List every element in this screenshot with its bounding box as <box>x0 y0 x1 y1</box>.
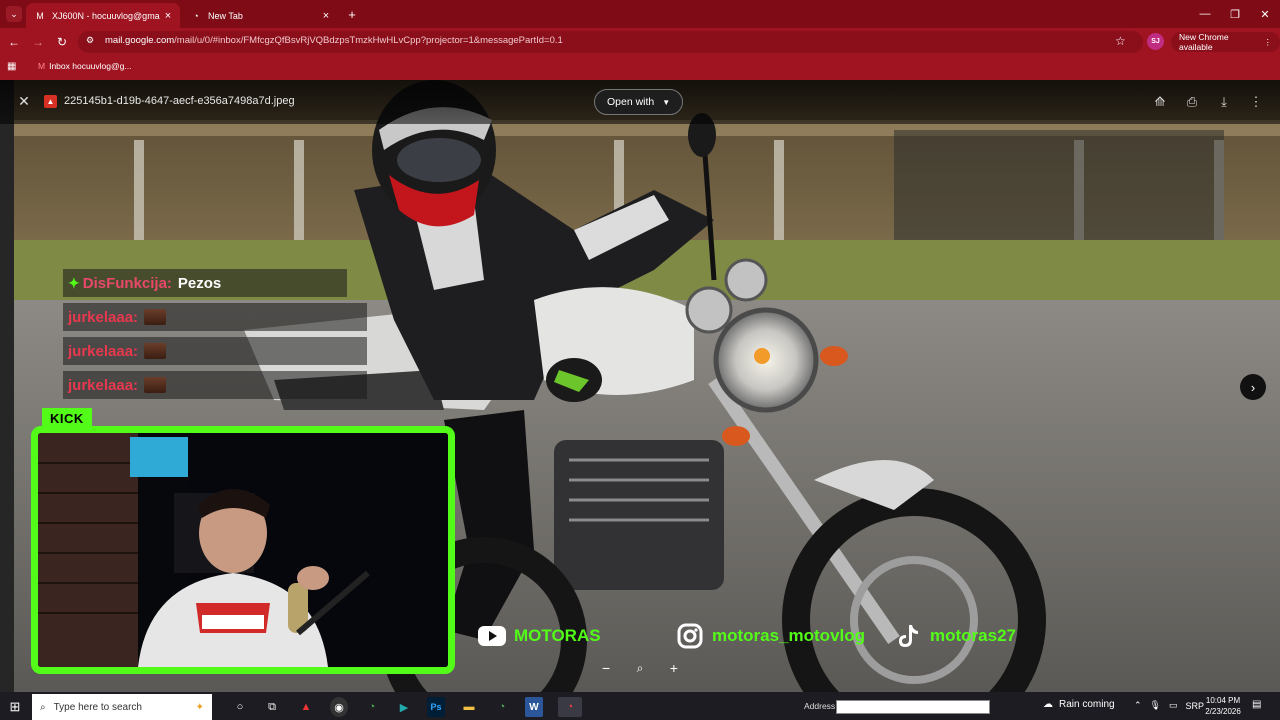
url-text[interactable]: mail.google.com/mail/u/0/#inbox/FMfcgzQf… <box>105 35 563 46</box>
app-red-icon[interactable]: ▲ <box>297 697 315 717</box>
windows-start-icon[interactable]: ⊞ <box>6 698 24 716</box>
chrome-active-icon[interactable]: ◔ <box>558 697 582 717</box>
url-host: mail.google.com <box>105 35 175 46</box>
reload-button[interactable]: ↻ <box>52 32 72 52</box>
new-tab-button[interactable]: + <box>344 6 360 22</box>
chrome-taskbar-icon[interactable]: ◔ <box>363 697 381 717</box>
rain-cloud-icon: ☁ <box>1043 699 1053 710</box>
weather-text: Rain coming <box>1059 699 1115 710</box>
zoom-in-button[interactable]: + <box>670 660 678 676</box>
close-window-button[interactable]: ✕ <box>1250 0 1280 28</box>
zoom-out-button[interactable]: − <box>602 660 610 676</box>
new-chrome-available-button[interactable]: New Chrome available ⋮ <box>1171 32 1280 52</box>
chat-username: jurkelaaa: <box>68 308 139 326</box>
minimize-button[interactable]: — <box>1190 0 1220 28</box>
webcam-feed <box>31 426 455 674</box>
cortana-icon[interactable]: ○ <box>231 697 249 717</box>
youtube-icon <box>478 623 506 649</box>
back-button[interactable]: ← <box>4 32 24 52</box>
address-toolbar-input[interactable] <box>836 700 990 714</box>
address-toolbar-label: Address <box>804 701 836 711</box>
file-explorer-icon[interactable]: ▬ <box>460 697 478 717</box>
chat-message: jurkelaaa: <box>63 371 367 399</box>
taskbar-search[interactable]: ⌕ Type here to search ✦ <box>32 694 212 720</box>
site-info-icon[interactable]: ⚙ <box>86 35 98 49</box>
forward-button[interactable]: → <box>28 32 48 52</box>
social-handle: motoras27 <box>930 626 1016 645</box>
app-teal-icon[interactable]: ▶ <box>395 697 413 717</box>
download-icon[interactable]: ⤓ <box>1215 93 1233 111</box>
social-instagram: motoras_motovlog <box>676 622 865 650</box>
bookmark-label: Inbox hocuuvlog@g... <box>49 61 132 71</box>
instagram-icon <box>676 623 704 649</box>
tab-title: XJ600N - hocuuvlog@gmail.com <box>52 10 160 21</box>
tiktok-icon <box>894 623 922 649</box>
print-icon[interactable]: ⎙ <box>1183 93 1201 111</box>
next-image-button[interactable]: › <box>1240 374 1266 400</box>
clock-date: 2/23/2026 <box>1205 707 1241 716</box>
kick-gem-icon: ✦ <box>68 274 80 291</box>
chrome-taskbar-icon-2[interactable]: ◔ <box>493 697 511 717</box>
social-handle: MOTORAS <box>514 626 601 645</box>
chat-text: Pezos <box>177 274 222 292</box>
zoom-icon[interactable]: ⌕ <box>637 661 644 676</box>
image-file-icon: ▲ <box>44 95 57 108</box>
chat-emote <box>144 309 167 325</box>
chat-message: ✦ DisFunkcija: Pezos <box>63 269 347 297</box>
close-tab-icon[interactable]: × <box>160 10 176 22</box>
search-highlight-icon: ✦ <box>195 701 204 713</box>
maximize-button[interactable]: ❐ <box>1220 0 1250 28</box>
tab-search-button[interactable]: ⌄ <box>6 6 22 22</box>
microphone-icon[interactable]: 🎙 <box>1150 700 1161 711</box>
photoshop-icon[interactable]: Ps <box>427 697 445 717</box>
chat-username: DisFunkcija: <box>82 274 172 292</box>
social-handle: motoras_motovlog <box>712 626 866 645</box>
apps-grid-icon[interactable]: ▦ <box>7 61 19 73</box>
chat-message: jurkelaaa: <box>63 337 367 365</box>
search-icon: ⌕ <box>40 701 46 713</box>
search-placeholder: Type here to search <box>53 701 142 713</box>
gmail-icon: M <box>38 61 46 71</box>
gmail-icon: M <box>36 10 44 21</box>
app-dark-icon[interactable]: ◉ <box>330 697 348 717</box>
chrome-icon: ◔ <box>193 10 199 21</box>
zoom-controls: − ⌕ + <box>602 657 678 679</box>
chat-message: jurkelaaa: <box>63 303 367 331</box>
system-tray: ⌃ 🎙 ▭ SRP <box>1134 700 1204 711</box>
bookmark-inbox[interactable]: M Inbox hocuuvlog@g... <box>38 61 131 71</box>
close-viewer-icon[interactable]: ✕ <box>16 93 32 109</box>
more-options-icon[interactable]: ⋮ <box>1247 93 1265 111</box>
new-chrome-label: New Chrome available <box>1179 32 1229 52</box>
attachment-filename: 225145b1-d19b-4647-aecf-e356a7498a7d.jpe… <box>64 95 295 107</box>
bookmarks-bar <box>0 56 1280 80</box>
chat-emote <box>144 343 167 359</box>
add-to-drive-icon[interactable]: ⟰ <box>1151 93 1169 111</box>
social-youtube: MOTORAS <box>478 622 601 650</box>
chat-username: jurkelaaa: <box>68 342 139 360</box>
task-view-icon[interactable]: ⧉ <box>263 697 281 717</box>
kick-logo: KICK <box>42 408 92 428</box>
profile-avatar[interactable]: SJ <box>1147 33 1164 50</box>
close-tab-icon[interactable]: × <box>318 10 334 22</box>
bookmark-star-icon[interactable]: ☆ <box>1115 34 1129 48</box>
network-icon[interactable]: ▭ <box>1169 700 1178 711</box>
chat-emote <box>144 377 167 393</box>
weather-widget[interactable]: ☁ Rain coming <box>1043 699 1115 710</box>
clock-time: 10:04 PM <box>1205 696 1241 705</box>
open-with-button[interactable]: Open with ▼ <box>594 89 684 115</box>
open-with-label: Open with <box>607 96 655 108</box>
word-icon[interactable]: W <box>525 697 543 717</box>
chevron-up-icon[interactable]: ⌃ <box>1134 700 1142 711</box>
chat-username: jurkelaaa: <box>68 376 139 394</box>
social-tiktok: motoras27 <box>894 622 1016 650</box>
caret-down-icon: ▼ <box>662 97 671 107</box>
kebab-menu-icon: ⋮ <box>1263 36 1273 47</box>
tab-gmail[interactable]: M XJ600N - hocuuvlog@gmail.com × <box>26 3 180 28</box>
url-path: /mail/u/0/#inbox/FMfcgzQfBsvRjVQBdzpsTmz… <box>174 35 563 46</box>
tab-title: New Tab <box>208 10 243 21</box>
notifications-icon[interactable]: ▤ <box>1252 699 1266 713</box>
tab-new-tab[interactable]: ◔ New Tab × <box>182 3 338 28</box>
taskbar-clock[interactable]: 10:04 PM 2/23/2026 <box>1200 695 1246 717</box>
